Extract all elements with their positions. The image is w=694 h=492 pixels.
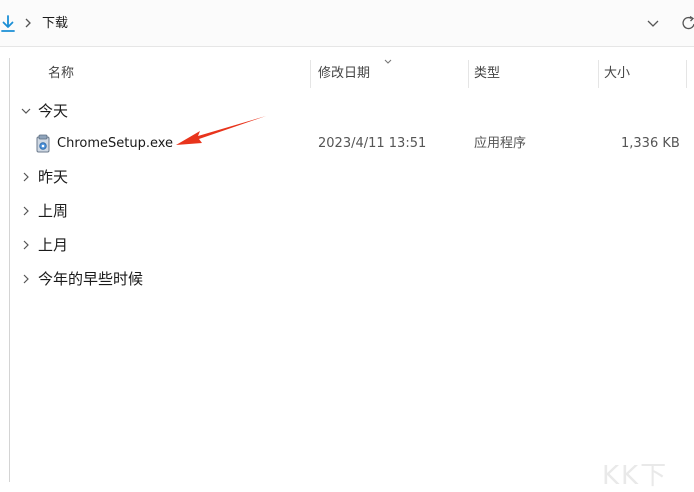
navigation-pane-edge[interactable] [0, 58, 10, 482]
group-label: 今年的早些时候 [38, 270, 144, 288]
group-label: 上月 [38, 236, 69, 254]
address-bar[interactable]: 下载 [0, 0, 694, 47]
chevron-right-icon [25, 18, 31, 28]
chevron-right-icon [23, 172, 29, 182]
chevron-down-icon[interactable] [646, 18, 660, 28]
file-size: 1,336 KB [621, 136, 680, 151]
column-divider[interactable] [310, 60, 311, 88]
file-row[interactable]: ChromeSetup.exe 2023/4/11 13:51 应用程序 1,3… [20, 130, 694, 158]
file-type: 应用程序 [474, 136, 527, 151]
chevron-right-icon [23, 206, 29, 216]
column-divider[interactable] [598, 60, 599, 88]
file-name[interactable]: ChromeSetup.exe [57, 130, 173, 158]
download-arrow-icon [1, 15, 15, 32]
column-name[interactable]: 名称 [48, 58, 74, 90]
chevron-down-icon [21, 108, 31, 114]
column-divider[interactable] [468, 60, 469, 88]
chevron-right-icon [23, 240, 29, 250]
file-modified: 2023/4/11 13:51 [318, 136, 427, 151]
watermark-text: KK下 [602, 461, 669, 491]
column-size[interactable]: 大小 [604, 58, 630, 90]
group-label: 上周 [38, 202, 69, 220]
group-label: 今天 [38, 102, 69, 120]
column-modified[interactable]: 修改日期 [318, 58, 370, 90]
breadcrumb-downloads[interactable]: 下载 [42, 16, 68, 32]
refresh-icon[interactable] [682, 15, 694, 31]
installer-exe-icon [36, 134, 50, 153]
chevron-right-icon [23, 274, 29, 284]
column-header: 名称 修改日期 类型 大小 [14, 58, 694, 90]
column-divider[interactable] [686, 60, 687, 88]
sort-descending-icon [384, 59, 392, 64]
column-type[interactable]: 类型 [474, 58, 500, 90]
group-label: 昨天 [38, 168, 69, 186]
